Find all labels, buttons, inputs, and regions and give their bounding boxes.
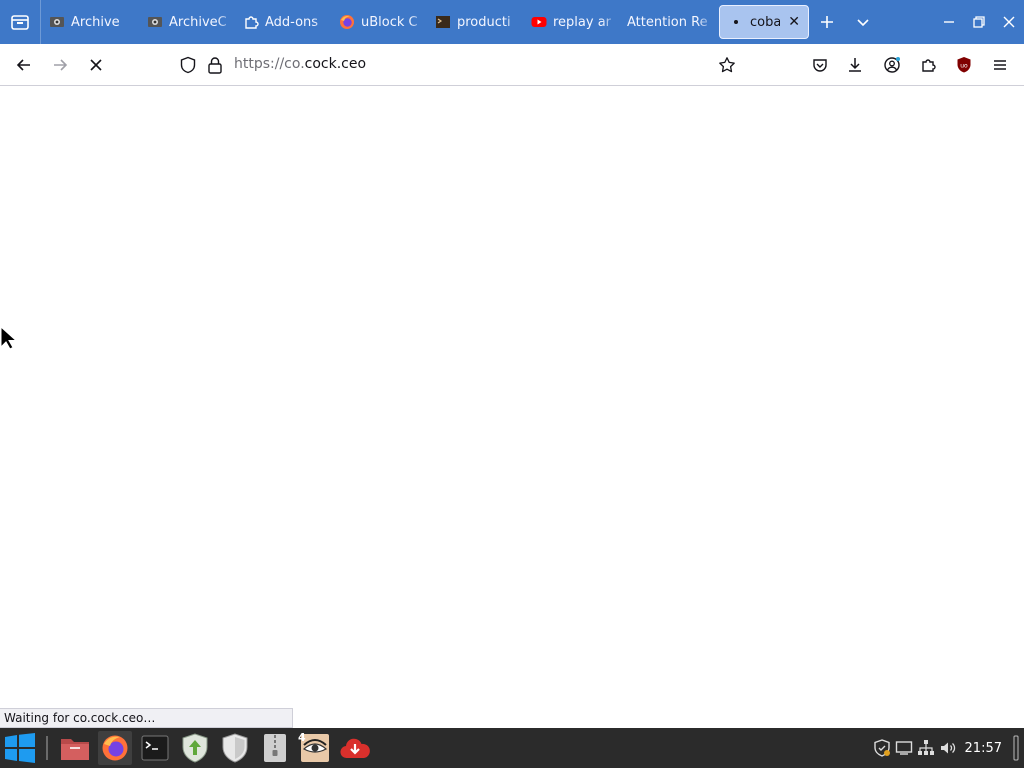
tab-title: producti (457, 14, 511, 30)
youtube-icon (531, 14, 547, 30)
url-bar[interactable]: https://co.cock.ceo (172, 50, 744, 80)
firefox-icon (102, 735, 128, 761)
taskbar-download-app[interactable] (338, 731, 372, 765)
terminal-icon (435, 14, 451, 30)
archive-site-icon (147, 14, 163, 30)
start-button[interactable] (2, 731, 38, 765)
restore-button[interactable] (964, 0, 994, 44)
archive-site-icon (49, 14, 65, 30)
account-button[interactable] (879, 52, 905, 78)
extensions-button[interactable] (915, 52, 941, 78)
tab-archive-2[interactable]: ArchiveC (139, 5, 235, 39)
status-panel: Waiting for co.cock.ceo… (0, 708, 293, 728)
close-window-button[interactable] (994, 0, 1024, 44)
tab-ublock[interactable]: uBlock C (331, 5, 427, 39)
close-icon (1003, 16, 1015, 28)
chevron-down-icon (857, 19, 869, 27)
account-icon (884, 57, 900, 73)
plus-icon (821, 16, 833, 28)
tab-producti[interactable]: producti (427, 5, 523, 39)
tab-add-ons[interactable]: Add-ons (235, 5, 331, 39)
svg-text:uo: uo (960, 63, 968, 70)
forward-button[interactable] (47, 52, 73, 78)
window-count-badge: 4 (298, 731, 306, 744)
firefox-icon (339, 14, 355, 30)
firefox-view-button[interactable] (0, 0, 40, 44)
bookmark-star-icon[interactable] (718, 56, 736, 77)
shield-up-arrow-icon (182, 733, 208, 763)
pocket-button[interactable] (807, 52, 833, 78)
ublock-shield-icon: uo (957, 57, 971, 73)
taskbar-terminal[interactable] (138, 731, 172, 765)
folder-icon (61, 739, 89, 760)
dot-icon (728, 14, 744, 30)
tab-close-icon[interactable]: ✕ (788, 14, 800, 30)
url-scheme: https://co. (234, 56, 305, 72)
show-desktop-button[interactable] (1008, 728, 1024, 768)
tab-strip: Archive ArchiveC Add-ons uBlock C produc… (0, 0, 1024, 44)
close-icon (90, 59, 102, 71)
ublock-origin-button[interactable]: uo (951, 52, 977, 78)
shield-icon (222, 733, 248, 763)
restore-icon (973, 16, 985, 28)
url-text[interactable]: https://co.cock.ceo (234, 56, 366, 72)
list-all-tabs-button[interactable] (845, 0, 881, 44)
tab-title: cobalt (750, 14, 780, 30)
firefox-view-icon (11, 15, 29, 30)
arrow-left-icon (16, 59, 30, 71)
tab-attention[interactable]: Attention Re (619, 5, 715, 39)
taskbar-update-manager[interactable] (178, 731, 212, 765)
tab-title: Add-ons (265, 14, 319, 30)
navigation-toolbar: https://co.cock.ceo uo (0, 44, 1024, 86)
tab-title: Archive (71, 14, 120, 30)
taskbar-security[interactable] (218, 731, 252, 765)
mouse-cursor-icon (0, 326, 18, 350)
puzzle-icon (922, 59, 936, 72)
downloads-button[interactable] (842, 52, 868, 78)
cloud-download-icon (340, 738, 370, 759)
clock[interactable]: 21:57 (959, 741, 1008, 756)
zip-file-icon (264, 734, 286, 762)
tray-security-icon[interactable] (871, 728, 893, 768)
puzzle-icon (243, 14, 259, 30)
url-host: cock.ceo (304, 56, 367, 72)
tab-cobalt[interactable]: cobalt ✕ (719, 5, 809, 39)
pocket-icon (813, 59, 827, 72)
download-icon (849, 58, 861, 72)
tab-archive-1[interactable]: Archive (41, 5, 139, 39)
page-content (0, 86, 1024, 728)
taskbar-eye-app[interactable]: 4 (298, 731, 332, 765)
minimize-button[interactable] (934, 0, 964, 44)
arrow-right-icon (54, 59, 68, 71)
stop-button[interactable] (83, 52, 109, 78)
back-button[interactable] (11, 52, 37, 78)
new-tab-button[interactable] (809, 0, 845, 44)
taskbar-file-manager[interactable] (58, 731, 92, 765)
taskbar-firefox[interactable] (98, 731, 132, 765)
app-menu-button[interactable] (987, 52, 1013, 78)
taskbar: 4 21:57 (0, 728, 1024, 768)
tab-title: Attention Re (627, 14, 707, 30)
window-controls (934, 0, 1024, 44)
taskbar-archive-manager[interactable] (258, 731, 292, 765)
taskbar-separator (46, 736, 48, 760)
tracking-protection-icon[interactable] (179, 56, 197, 77)
tray-volume-icon[interactable] (937, 728, 959, 768)
tab-replay[interactable]: replay ar (523, 5, 619, 39)
tray-display-icon[interactable] (893, 728, 915, 768)
terminal-icon (141, 735, 169, 761)
lock-icon[interactable] (207, 56, 223, 77)
system-tray: 21:57 (871, 728, 1024, 768)
minimize-icon (944, 21, 954, 23)
tray-network-icon[interactable] (915, 728, 937, 768)
windows-logo-icon (5, 733, 35, 763)
hamburger-icon (994, 60, 1006, 70)
